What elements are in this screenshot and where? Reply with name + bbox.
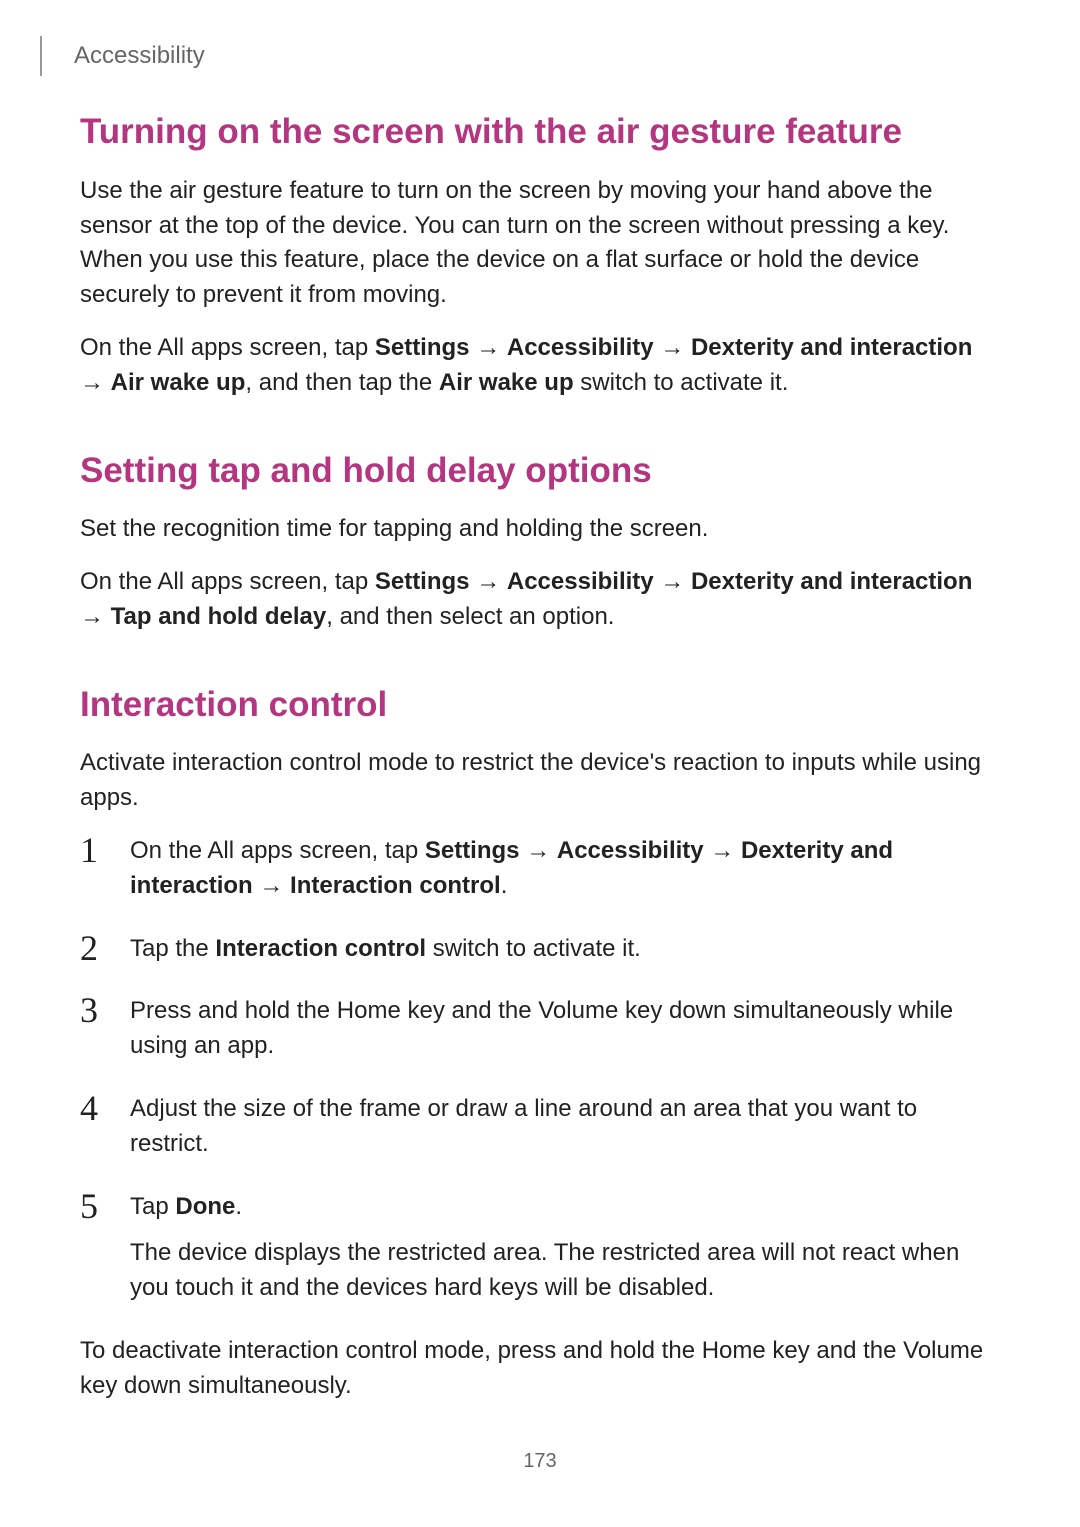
section-title-interaction-control: Interaction control — [80, 683, 1000, 727]
text-fragment: On the All apps screen, tap — [80, 568, 375, 595]
text-fragment: , and then select an option. — [326, 603, 614, 630]
section-title-tap-hold: Setting tap and hold delay options — [80, 449, 1000, 493]
page-header: Accessibility — [40, 36, 205, 76]
step-number: 3 — [80, 984, 98, 1036]
path-settings: Settings — [425, 837, 520, 864]
text-fragment: switch to activate it. — [426, 935, 641, 962]
section3-para1: Activate interaction control mode to res… — [80, 746, 1000, 816]
button-done-label: Done — [175, 1193, 235, 1220]
step-text: Adjust the size of the frame or draw a l… — [130, 1092, 1000, 1162]
text-fragment: , and then tap the — [245, 369, 439, 396]
section3-closing: To deactivate interaction control mode, … — [80, 1334, 1000, 1404]
step-5: 5 Tap Done. The device displays the rest… — [80, 1190, 1000, 1306]
path-accessibility: Accessibility — [507, 568, 654, 595]
path-tap-hold-delay: Tap and hold delay — [111, 603, 327, 630]
step-4: 4 Adjust the size of the frame or draw a… — [80, 1092, 1000, 1162]
path-dexterity: Dexterity and interaction — [691, 334, 972, 361]
text-fragment: Tap the — [130, 935, 215, 962]
page-content: Turning on the screen with the air gestu… — [80, 0, 1000, 1404]
breadcrumb: Accessibility — [74, 42, 205, 70]
section2-para2: On the All apps screen, tap Settings → A… — [80, 565, 1000, 635]
step-note: The device displays the restricted area.… — [130, 1236, 1000, 1306]
section1-para2: On the All apps screen, tap Settings → A… — [80, 331, 1000, 401]
text-fragment: On the All apps screen, tap — [130, 837, 425, 864]
text-fragment: On the All apps screen, tap — [80, 334, 375, 361]
step-number: 1 — [80, 824, 98, 876]
section-title-air-gesture: Turning on the screen with the air gestu… — [80, 110, 1000, 154]
step-number: 4 — [80, 1082, 98, 1134]
switch-air-wake-up: Air wake up — [439, 369, 574, 396]
path-interaction-control: Interaction control — [290, 872, 501, 899]
step-number: 5 — [80, 1180, 98, 1232]
arrow-icon: → — [253, 872, 290, 899]
arrow-icon: → — [654, 568, 691, 595]
step-3: 3 Press and hold the Home key and the Vo… — [80, 994, 1000, 1064]
step-2: 2 Tap the Interaction control switch to … — [80, 932, 1000, 967]
arrow-icon: → — [470, 568, 507, 595]
arrow-icon: → — [80, 603, 111, 630]
path-air-wake-up: Air wake up — [111, 369, 246, 396]
text-fragment: . — [235, 1193, 242, 1220]
section2-para1: Set the recognition time for tapping and… — [80, 512, 1000, 547]
arrow-icon: → — [704, 837, 741, 864]
header-divider — [40, 36, 42, 76]
text-fragment: switch to activate it. — [574, 369, 789, 396]
text-fragment: . — [501, 872, 508, 899]
arrow-icon: → — [520, 837, 557, 864]
path-dexterity: Dexterity and interaction — [691, 568, 972, 595]
path-settings: Settings — [375, 334, 470, 361]
switch-interaction-control: Interaction control — [215, 935, 426, 962]
step-1: 1 On the All apps screen, tap Settings →… — [80, 834, 1000, 904]
section1-para1: Use the air gesture feature to turn on t… — [80, 174, 1000, 313]
text-fragment: Tap — [130, 1193, 175, 1220]
step-text: Press and hold the Home key and the Volu… — [130, 994, 1000, 1064]
arrow-icon: → — [654, 334, 691, 361]
path-settings: Settings — [375, 568, 470, 595]
step-number: 2 — [80, 922, 98, 974]
steps-list: 1 On the All apps screen, tap Settings →… — [80, 834, 1000, 1306]
path-accessibility: Accessibility — [557, 837, 704, 864]
arrow-icon: → — [80, 369, 111, 396]
path-accessibility: Accessibility — [507, 334, 654, 361]
arrow-icon: → — [470, 334, 507, 361]
page-number: 173 — [0, 1450, 1080, 1473]
